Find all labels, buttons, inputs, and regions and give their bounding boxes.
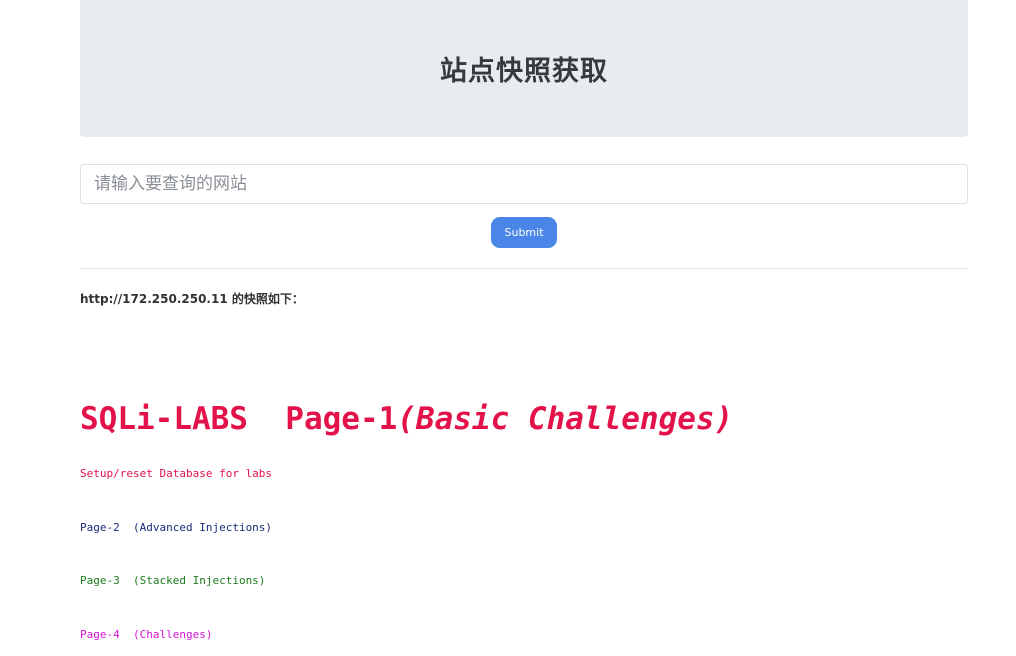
setup-reset-database-link[interactable]: Setup/reset Database for labs [80, 467, 272, 480]
page-3-link[interactable]: Page-3 (Stacked Injections) [80, 574, 265, 587]
url-input[interactable] [80, 164, 968, 204]
page-container: 站点快照获取 Submit http://172.250.250.11 的快照如… [80, 0, 968, 641]
header-banner: 站点快照获取 [80, 0, 968, 137]
page-title: 站点快照获取 [440, 56, 608, 87]
divider [80, 268, 968, 269]
snapshot-title-italic: (Basic Challenges) [397, 401, 734, 437]
submit-button[interactable]: Submit [491, 217, 557, 248]
snapshot-title: SQLi-LABS Page-1(Basic Challenges) [80, 398, 968, 440]
snapshot-content: SQLi-LABS Page-1(Basic Challenges) Setup… [80, 398, 968, 641]
page-2-link[interactable]: Page-2 (Advanced Injections) [80, 521, 272, 534]
page-4-link[interactable]: Page-4 (Challenges) [80, 628, 212, 641]
snapshot-result-label: http://172.250.250.11 的快照如下： [80, 292, 304, 306]
snapshot-title-main: SQLi-LABS Page-1 [80, 401, 398, 437]
